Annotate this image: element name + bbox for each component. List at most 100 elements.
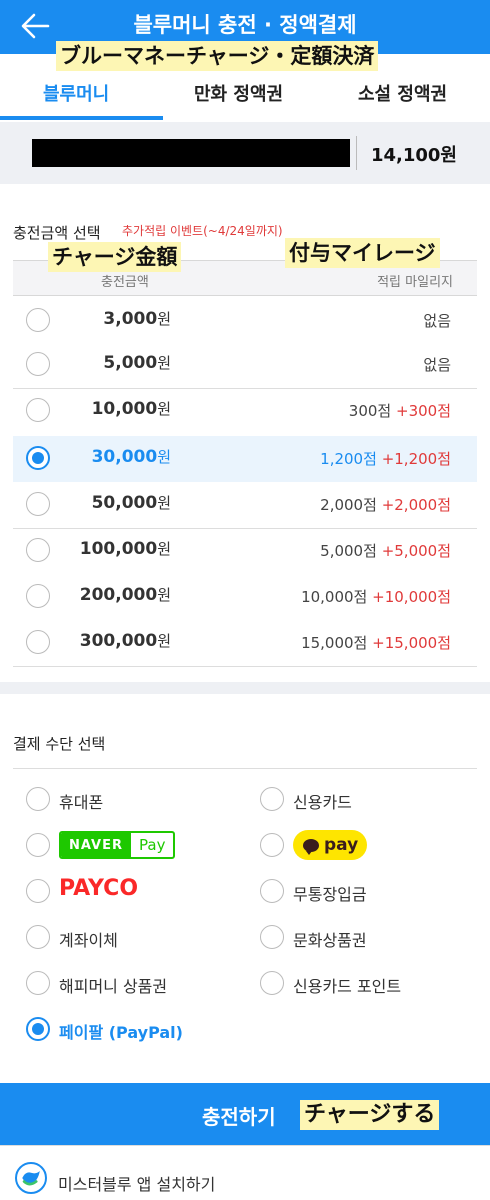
amount-value: 200,000 [79,585,158,605]
bonus-points: +300점 [396,402,451,420]
payment-section-label: 결제 수단 선택 [13,735,106,753]
currency-unit: 원 [157,310,171,328]
bonus-points: +10,000점 [372,588,451,606]
divider [13,388,477,389]
currency-unit: 원 [157,448,171,466]
payment-label: 해피머니 상품권 [59,977,168,996]
mileage-points: 15,000점 +15,000점 [301,632,451,653]
payment-label: 신용카드 포인트 [293,977,402,996]
balance-amount: 14,100원 [370,145,457,166]
amount-value: 5,000 [103,353,158,373]
mileage-points: 5,000점 +5,000점 [320,540,451,561]
radio-button[interactable] [26,584,50,608]
currency-unit: 원 [157,632,171,650]
radio-button[interactable] [26,308,50,332]
charge-option-row[interactable]: 300,000원 15,000점 +15,000점 [13,620,477,666]
charge-amount: 100,000원 [80,538,171,559]
radio-button[interactable] [26,398,50,422]
radio-button[interactable] [26,538,50,562]
charge-amount: 30,000원 [92,446,171,467]
mileage-points: 300점 +300점 [349,400,451,421]
bonus-points: +15,000점 [372,634,451,652]
charge-option-row[interactable]: 30,000원 1,200점 +1,200점 [13,436,477,482]
charge-option-row[interactable]: 100,000원 5,000점 +5,000점 [13,528,477,574]
tab-novel-pass[interactable]: 소설 정액권 [358,80,447,106]
payment-label: 계좌이체 [59,931,118,950]
balance-bar: 14,100원 [0,122,490,184]
amount-translation-annotation: チャージ金額 [48,242,182,272]
radio-button[interactable] [260,925,284,949]
charge-option-row[interactable]: 3,000원 없음 [13,298,477,344]
radio-button[interactable] [26,630,50,654]
radio-button[interactable] [260,879,284,903]
payment-label: 페이팔 (PayPal) [59,1023,183,1042]
tab-comic-pass[interactable]: 만화 정액권 [194,80,283,106]
divider [13,666,477,667]
radio-button-selected[interactable] [26,1017,50,1041]
amount-value: 300,000 [79,631,158,651]
charge-amount: 3,000원 [103,308,171,329]
currency-unit: 원 [157,586,171,604]
radio-button[interactable] [260,971,284,995]
payment-label: 무통장입금 [293,885,367,904]
amount-value: 100,000 [79,539,158,559]
radio-button[interactable] [26,879,50,903]
charge-option-row[interactable]: 10,000원 300점 +300점 [13,388,477,434]
radio-button[interactable] [26,352,50,376]
radio-button[interactable] [260,787,284,811]
charge-amount: 300,000원 [80,630,171,651]
base-points: 2,000점 [320,496,377,514]
naver-logo-text: NAVER [61,833,132,857]
payment-label: 신용카드 [293,793,352,812]
base-points: 5,000점 [320,542,377,560]
mileage-translation-annotation: 付与マイレージ [285,238,440,268]
currency-unit: 원 [157,494,171,512]
mrblue-app-icon [15,1162,47,1194]
mileage-points: 없음 [423,310,451,331]
charge-option-row[interactable]: 200,000원 10,000점 +10,000점 [13,574,477,620]
bonus-points: +5,000점 [381,542,451,560]
charge-option-row[interactable]: 50,000원 2,000점 +2,000점 [13,482,477,528]
charge-translation-annotation: チャージする [300,1100,440,1130]
mileage-points: 2,000점 +2,000점 [320,494,451,515]
pay-logo-text: Pay [139,836,166,854]
column-header-mileage: 적립 마일리지 [377,275,453,290]
mileage-points: 없음 [423,354,451,375]
title-translation-annotation: ブルーマネーチャージ・定額決済 [56,41,379,71]
charge-amount: 5,000원 [103,352,171,373]
charge-amount: 10,000원 [92,398,171,419]
radio-button[interactable] [26,492,50,516]
radio-button[interactable] [26,971,50,995]
amount-value: 10,000 [91,399,158,419]
radio-button-selected[interactable] [26,446,50,470]
base-points: 1,200점 [320,450,377,468]
naver-pay-logo: NAVER Pay [59,831,176,859]
radio-button[interactable] [260,833,284,857]
currency-unit: 원 [157,400,171,418]
radio-button[interactable] [26,787,50,811]
charge-option-row[interactable]: 5,000원 없음 [13,342,477,388]
app-install-banner[interactable]: 미스터블루 앱 설치하기 [0,1145,490,1200]
mileage-points: 10,000점 +10,000점 [301,586,451,607]
radio-button[interactable] [26,925,50,949]
active-tab-indicator [0,116,163,120]
divider [356,136,357,170]
divider [13,768,477,769]
tab-bluemoney[interactable]: 블루머니 [43,80,109,106]
radio-button[interactable] [26,833,50,857]
amount-value: 50,000 [91,493,158,513]
divider [13,528,477,529]
charge-amount: 200,000원 [80,584,171,605]
base-points: 300점 [348,402,392,420]
base-points: 없음 [423,312,451,330]
payment-label: 문화상품권 [293,931,367,950]
kakao-pay-logo: pay [293,830,367,860]
redacted-user-info [32,139,350,167]
charge-button[interactable]: 충전하기 チャージする [0,1083,490,1145]
kakao-pay-text: pay [324,835,359,855]
payment-label: 휴대폰 [59,793,104,812]
amount-value: 30,000 [91,447,158,467]
section-gap [0,682,490,694]
charge-amount: 50,000원 [92,492,171,513]
charge-button-label: 충전하기 [202,1105,276,1129]
